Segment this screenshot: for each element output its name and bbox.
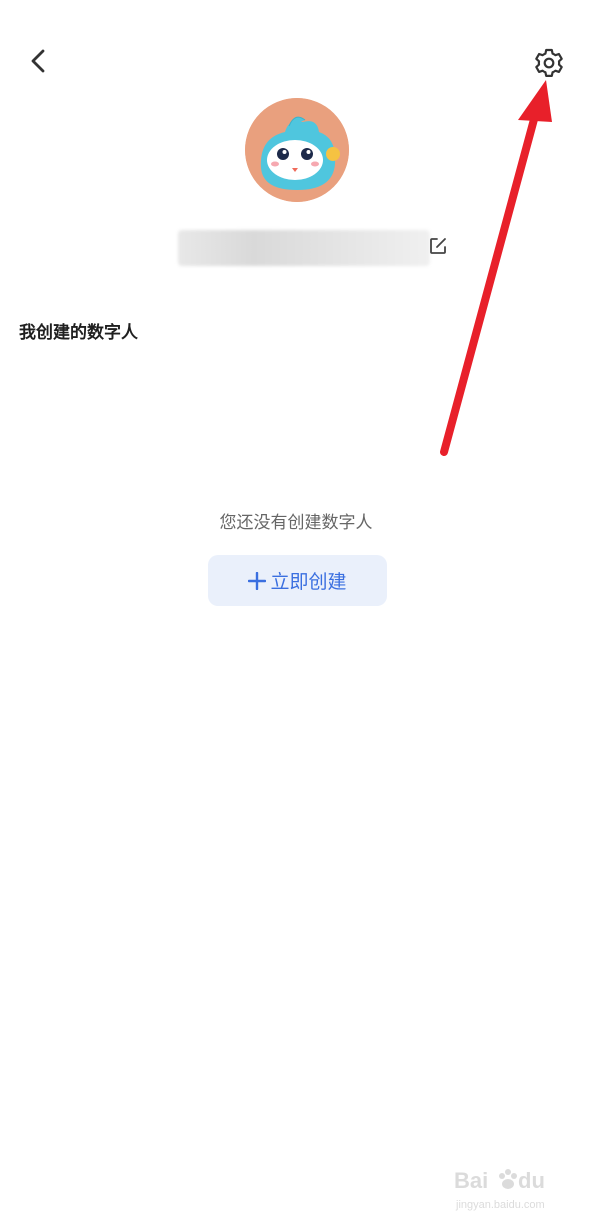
back-button[interactable] — [18, 40, 60, 82]
create-now-button[interactable]: 立即创建 — [208, 555, 387, 606]
username — [178, 230, 430, 266]
svg-text:jingyan.baidu.com: jingyan.baidu.com — [455, 1199, 545, 1211]
settings-button[interactable] — [526, 40, 572, 86]
svg-text:du: du — [518, 1168, 545, 1193]
mascot-avatar-icon — [245, 98, 349, 202]
baidu-jingyan-watermark: Bai du jingyan.baidu.com — [452, 1158, 572, 1214]
edit-icon — [430, 238, 446, 254]
edit-profile-button[interactable] — [426, 234, 450, 258]
svg-text:Bai: Bai — [454, 1168, 488, 1193]
gear-icon — [535, 48, 563, 77]
section-title: 我创建的数字人 — [19, 323, 138, 343]
plus-icon — [248, 571, 267, 590]
empty-state-message: 您还没有创建数字人 — [219, 513, 373, 533]
chevron-left-icon — [31, 49, 45, 73]
avatar[interactable] — [245, 98, 349, 202]
create-now-label: 立即创建 — [270, 571, 347, 593]
